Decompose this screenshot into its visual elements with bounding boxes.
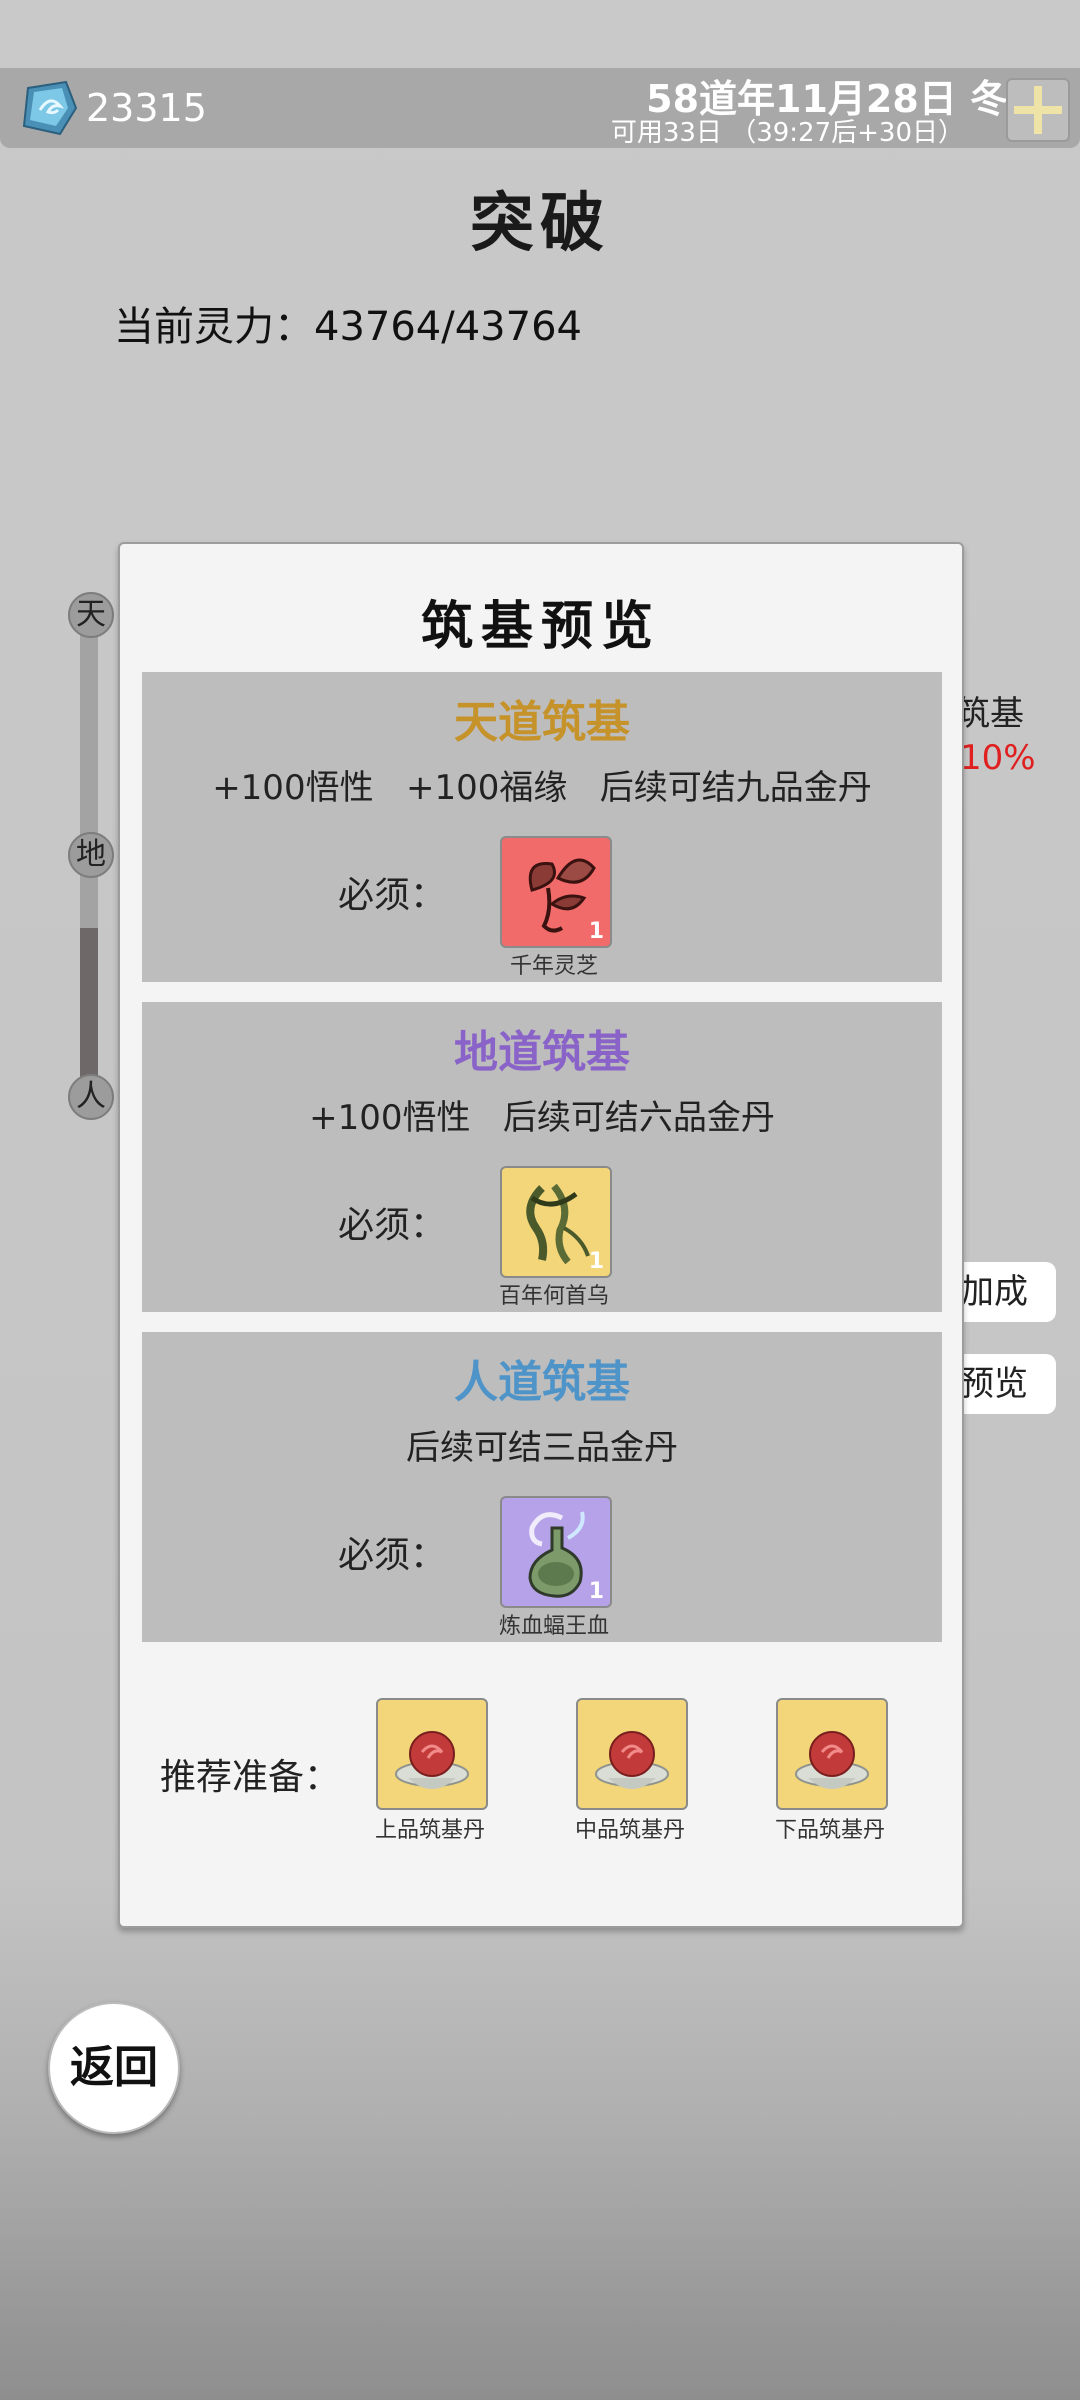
item-count: 1 <box>588 1249 604 1274</box>
pill-icon <box>395 1731 469 1789</box>
item-name: 下品筑基丹 <box>774 1818 885 1843</box>
lingzhi-item[interactable]: 1 <box>500 836 612 948</box>
spirit-power-label: 当前灵力：43764/43764 <box>114 304 582 350</box>
page-title: 突破 <box>470 186 610 261</box>
pill-item-low[interactable] <box>776 1698 888 1810</box>
item-name: 上品筑基丹 <box>374 1818 485 1843</box>
available-days: 可用33日 （39:27后+30日） <box>610 118 964 148</box>
card-description: 后续可结三品金丹 <box>406 1428 678 1468</box>
item-name: 百年何首乌 <box>498 1284 609 1309</box>
foundation-preview-popup: 筑基预览 天道筑基 +100悟性 +100福缘 后续可结九品金丹 必须： 1 千… <box>118 542 964 1928</box>
spirit-stone-count: 23315 <box>86 86 207 130</box>
card-earth-foundation: 地道筑基 +100悟性 后续可结六品金丹 必须： 1 百年何首乌 <box>142 1002 942 1312</box>
background-rate: 10% <box>960 738 1036 778</box>
realm-slider-fill <box>80 928 98 1094</box>
blood-vial-item[interactable]: 1 <box>500 1496 612 1608</box>
item-count: 1 <box>588 1579 604 1604</box>
recommended-label: 推荐准备： <box>160 1757 341 1798</box>
required-label: 必须： <box>338 1205 447 1246</box>
card-title: 人道筑基 <box>454 1357 630 1408</box>
pill-icon <box>595 1731 669 1789</box>
item-count: 1 <box>588 919 604 944</box>
card-human-foundation: 人道筑基 后续可结三品金丹 必须： 1 炼血蝠王血 <box>142 1332 942 1642</box>
item-name: 千年灵芝 <box>509 954 598 979</box>
required-label: 必须： <box>338 875 447 916</box>
slider-node-earth[interactable]: 地 <box>68 832 114 878</box>
back-button[interactable]: 返回 <box>48 2002 180 2134</box>
card-description: +100悟性 后续可结六品金丹 <box>309 1098 775 1138</box>
pill-icon <box>795 1731 869 1789</box>
item-name: 中品筑基丹 <box>574 1818 685 1843</box>
slider-node-human[interactable]: 人 <box>68 1074 114 1120</box>
card-title: 地道筑基 <box>454 1027 630 1078</box>
status-area <box>0 0 1080 68</box>
spirit-stone-icon <box>22 80 78 136</box>
background-label: 筑基 <box>956 694 1024 734</box>
card-title: 天道筑基 <box>454 697 630 748</box>
required-label: 必须： <box>338 1535 447 1576</box>
heshouwu-item[interactable]: 1 <box>500 1166 612 1278</box>
popup-title: 筑基预览 <box>420 596 661 657</box>
card-description: +100悟性 +100福缘 后续可结九品金丹 <box>212 768 872 808</box>
pill-item-mid[interactable] <box>576 1698 688 1810</box>
top-bar: 23315 58道年11月28日 冬 可用33日 （39:27后+30日） <box>0 68 1080 148</box>
item-name: 炼血蝠王血 <box>498 1614 609 1639</box>
pill-item-high[interactable] <box>376 1698 488 1810</box>
card-heaven-foundation: 天道筑基 +100悟性 +100福缘 后续可结九品金丹 必须： 1 千年灵芝 <box>142 672 942 982</box>
plus-button[interactable] <box>1006 78 1070 142</box>
slider-node-heaven[interactable]: 天 <box>68 592 114 638</box>
